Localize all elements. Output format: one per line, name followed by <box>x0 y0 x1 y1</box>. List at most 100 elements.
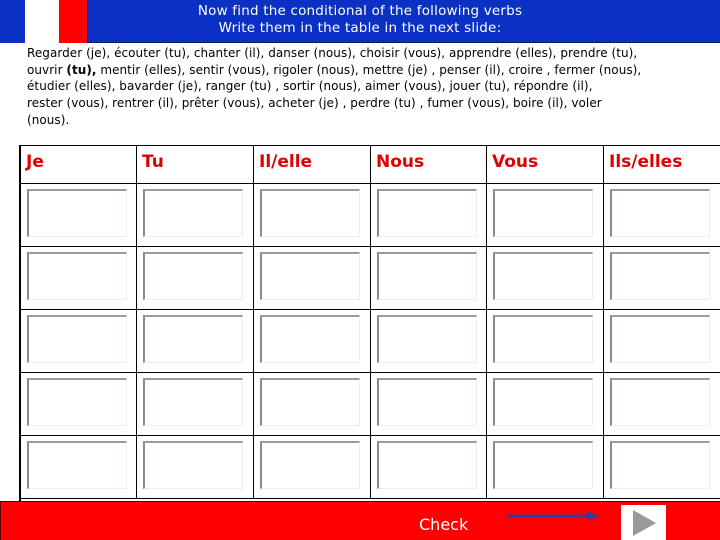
header-label: Ils/elles <box>609 152 683 172</box>
header-cell-tu: Tu <box>136 145 254 184</box>
table-row <box>20 246 720 310</box>
answer-input[interactable] <box>377 378 477 426</box>
header-cell-ils-elles: Ils/elles <box>603 145 720 184</box>
answer-input[interactable] <box>493 441 593 489</box>
table-cell <box>486 183 604 247</box>
flag-white-stripe <box>25 0 59 43</box>
answer-input[interactable] <box>27 441 127 489</box>
french-flag-icon <box>0 0 88 43</box>
table-row <box>20 372 720 436</box>
answer-input[interactable] <box>377 252 477 300</box>
table-cell <box>370 309 487 373</box>
title-bar: Now find the conditional of the followin… <box>0 0 720 43</box>
table-left-border <box>19 145 21 501</box>
verb-list-line-4: rester (vous), rentrer (il), prêter (vou… <box>27 96 602 111</box>
table-cell <box>370 246 487 310</box>
slide-title: Now find the conditional of the followin… <box>100 3 620 37</box>
answer-input[interactable] <box>610 189 710 237</box>
table-cell <box>253 183 371 247</box>
table-cell <box>603 246 720 310</box>
answer-input[interactable] <box>610 378 710 426</box>
answer-input[interactable] <box>143 315 243 363</box>
answer-input[interactable] <box>260 252 360 300</box>
verb-list-line-5: (nous). <box>27 112 70 127</box>
table-cell <box>253 372 371 436</box>
table-cell <box>20 435 137 499</box>
table-cell <box>253 246 371 310</box>
table-cell <box>486 372 604 436</box>
answer-input[interactable] <box>143 441 243 489</box>
verb-list-line-2: ouvrir (tu), mentir (elles), sentir (vou… <box>27 62 717 79</box>
table-cell <box>136 183 254 247</box>
answer-input[interactable] <box>27 252 127 300</box>
verb-list-line-1: Regarder (je), écouter (tu), chanter (il… <box>27 46 638 60</box>
header-label: Il/elle <box>259 152 313 172</box>
header-label: Je <box>26 152 44 172</box>
table-cell <box>136 309 254 373</box>
header-label: Vous <box>492 152 539 172</box>
table-cell <box>370 183 487 247</box>
answer-input[interactable] <box>610 441 710 489</box>
answer-input[interactable] <box>493 252 593 300</box>
table-cell <box>486 435 604 499</box>
header-cell-vous: Vous <box>486 145 604 184</box>
table-cell <box>20 183 137 247</box>
answer-input[interactable] <box>260 315 360 363</box>
flag-blue-stripe <box>0 0 25 43</box>
right-arrow-icon <box>507 511 599 521</box>
table-cell <box>253 309 371 373</box>
flag-red-stripe <box>59 0 88 43</box>
header-cell-nous: Nous <box>370 145 487 184</box>
table-row <box>20 183 720 247</box>
next-slide-button[interactable] <box>621 505 666 540</box>
answer-input[interactable] <box>377 315 477 363</box>
table-row <box>20 435 720 499</box>
header-label: Tu <box>142 152 164 172</box>
answer-input[interactable] <box>377 189 477 237</box>
answer-input[interactable] <box>27 378 127 426</box>
play-next-icon <box>632 509 656 536</box>
answer-input[interactable] <box>260 441 360 489</box>
table-cell <box>20 246 137 310</box>
title-line-2: Write them in the table in the next slid… <box>218 20 502 36</box>
table-cell <box>603 435 720 499</box>
table-cell <box>486 246 604 310</box>
header-cell-il-elle: Il/elle <box>253 145 371 184</box>
answer-input[interactable] <box>143 378 243 426</box>
title-line-1: Now find the conditional of the followin… <box>197 3 523 19</box>
table-cell <box>603 372 720 436</box>
conjugation-table: Je Tu Il/elle Nous Vous Ils/elles <box>20 145 720 499</box>
footer-bar: Check <box>0 501 720 540</box>
table-header-row: Je Tu Il/elle Nous Vous Ils/elles <box>20 145 720 184</box>
verb-text: ouvrir <box>27 62 67 77</box>
answer-input[interactable] <box>143 252 243 300</box>
answer-input[interactable] <box>493 315 593 363</box>
table-cell <box>486 309 604 373</box>
table-cell <box>136 246 254 310</box>
table-cell <box>370 435 487 499</box>
header-cell-je: Je <box>20 145 137 184</box>
table-row <box>20 309 720 373</box>
answer-input[interactable] <box>610 252 710 300</box>
answer-input[interactable] <box>143 189 243 237</box>
answer-input[interactable] <box>493 378 593 426</box>
answer-input[interactable] <box>260 378 360 426</box>
table-cell <box>253 435 371 499</box>
check-button[interactable]: Check <box>419 515 468 534</box>
answer-input[interactable] <box>493 189 593 237</box>
verb-list-line-3: étudier (elles), bavarder (je), ranger (… <box>27 79 593 94</box>
table-cell <box>20 309 137 373</box>
table-cell <box>370 372 487 436</box>
answer-input[interactable] <box>377 441 477 489</box>
header-label: Nous <box>376 152 425 172</box>
answer-input[interactable] <box>260 189 360 237</box>
table-cell <box>20 372 137 436</box>
answer-input[interactable] <box>27 315 127 363</box>
table-cell <box>603 183 720 247</box>
verb-list: Regarder (je), écouter (tu), chanter (il… <box>27 45 717 129</box>
verb-text: mentir (elles), sentir (vous), rigoler (… <box>96 62 642 77</box>
answer-input[interactable] <box>27 189 127 237</box>
answer-input[interactable] <box>610 315 710 363</box>
verb-text-bold: (tu), <box>66 62 97 77</box>
table-cell <box>603 309 720 373</box>
